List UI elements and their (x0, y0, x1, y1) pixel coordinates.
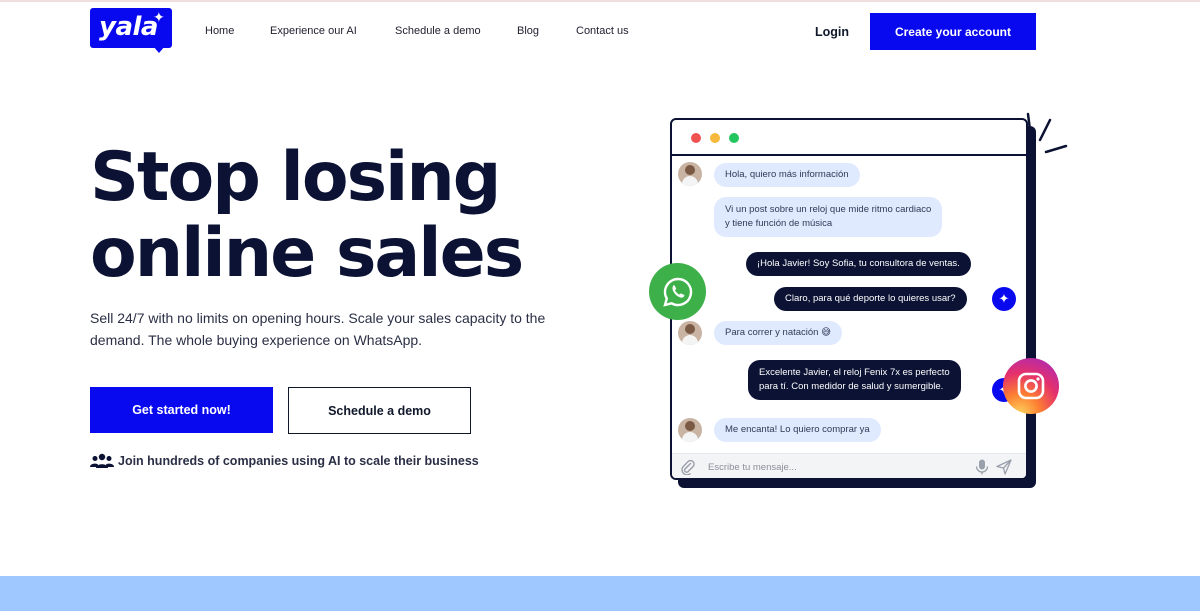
nav-link-blog[interactable]: Blog (517, 25, 539, 37)
top-border (0, 0, 1200, 2)
nav-link-contact[interactable]: Contact us (576, 25, 629, 37)
instagram-glyph-icon (1017, 372, 1045, 400)
logo-text: yala (99, 12, 158, 42)
instagram-icon[interactable] (1003, 358, 1059, 414)
hero-title: Stop losing online sales (90, 140, 610, 292)
nav-link-experience-ai[interactable]: Experience our AI (270, 25, 357, 37)
social-proof: Join hundreds of companies using AI to s… (90, 453, 479, 469)
chat-message: ¡Hola Javier! Soy Sofia, tu consultora d… (746, 252, 971, 276)
chat-message: Vi un post sobre un reloj que mide ritmo… (714, 197, 943, 237)
schedule-demo-button[interactable]: Schedule a demo (288, 387, 471, 434)
user-avatar (678, 321, 702, 345)
whatsapp-icon[interactable] (649, 263, 706, 320)
yala-logo[interactable]: yala ✦ (90, 8, 172, 56)
maximize-dot-icon (729, 133, 739, 143)
chat-message: Claro, para qué deporte lo quieres usar? (774, 287, 967, 311)
user-avatar (678, 418, 702, 442)
hero-title-line1: Stop losing (90, 138, 501, 217)
hero-subtitle: Sell 24/7 with no limits on opening hour… (90, 310, 546, 348)
user-avatar (678, 162, 702, 186)
chat-composer (672, 453, 1026, 478)
social-proof-text: Join hundreds of companies using AI to s… (118, 454, 479, 468)
chat-message-input[interactable] (708, 458, 958, 476)
nav-link-home[interactable]: Home (205, 25, 234, 37)
chat-message: Hola, quiero más información (714, 163, 860, 187)
bot-sparkle-icon: ✦ (992, 287, 1016, 311)
create-account-button[interactable]: Create your account (870, 13, 1036, 50)
close-dot-icon (691, 133, 701, 143)
nav-link-schedule-demo[interactable]: Schedule a demo (395, 25, 481, 37)
minimize-dot-icon (710, 133, 720, 143)
chat-message: Excelente Javier, el reloj Fenix 7x es p… (748, 360, 961, 400)
login-link[interactable]: Login (815, 25, 849, 39)
chat-message: Para correr y natación 😅 (714, 321, 843, 345)
chat-window: Hola, quiero más información Vi un post … (670, 118, 1028, 480)
logo-tail (153, 46, 165, 53)
sparkle-icon: ✦ (153, 9, 165, 25)
whatsapp-glyph-icon (662, 277, 692, 307)
users-icon (90, 453, 114, 468)
microphone-icon[interactable] (975, 459, 989, 475)
hero-title-line2: online sales (90, 214, 524, 293)
paperclip-icon[interactable] (680, 459, 696, 475)
chat-message: Me encanta! Lo quiero comprar ya (714, 418, 881, 442)
chat-window-titlebar (672, 120, 1026, 156)
send-icon[interactable] (996, 459, 1012, 475)
next-section-band (0, 576, 1200, 611)
get-started-button[interactable]: Get started now! (90, 387, 273, 433)
